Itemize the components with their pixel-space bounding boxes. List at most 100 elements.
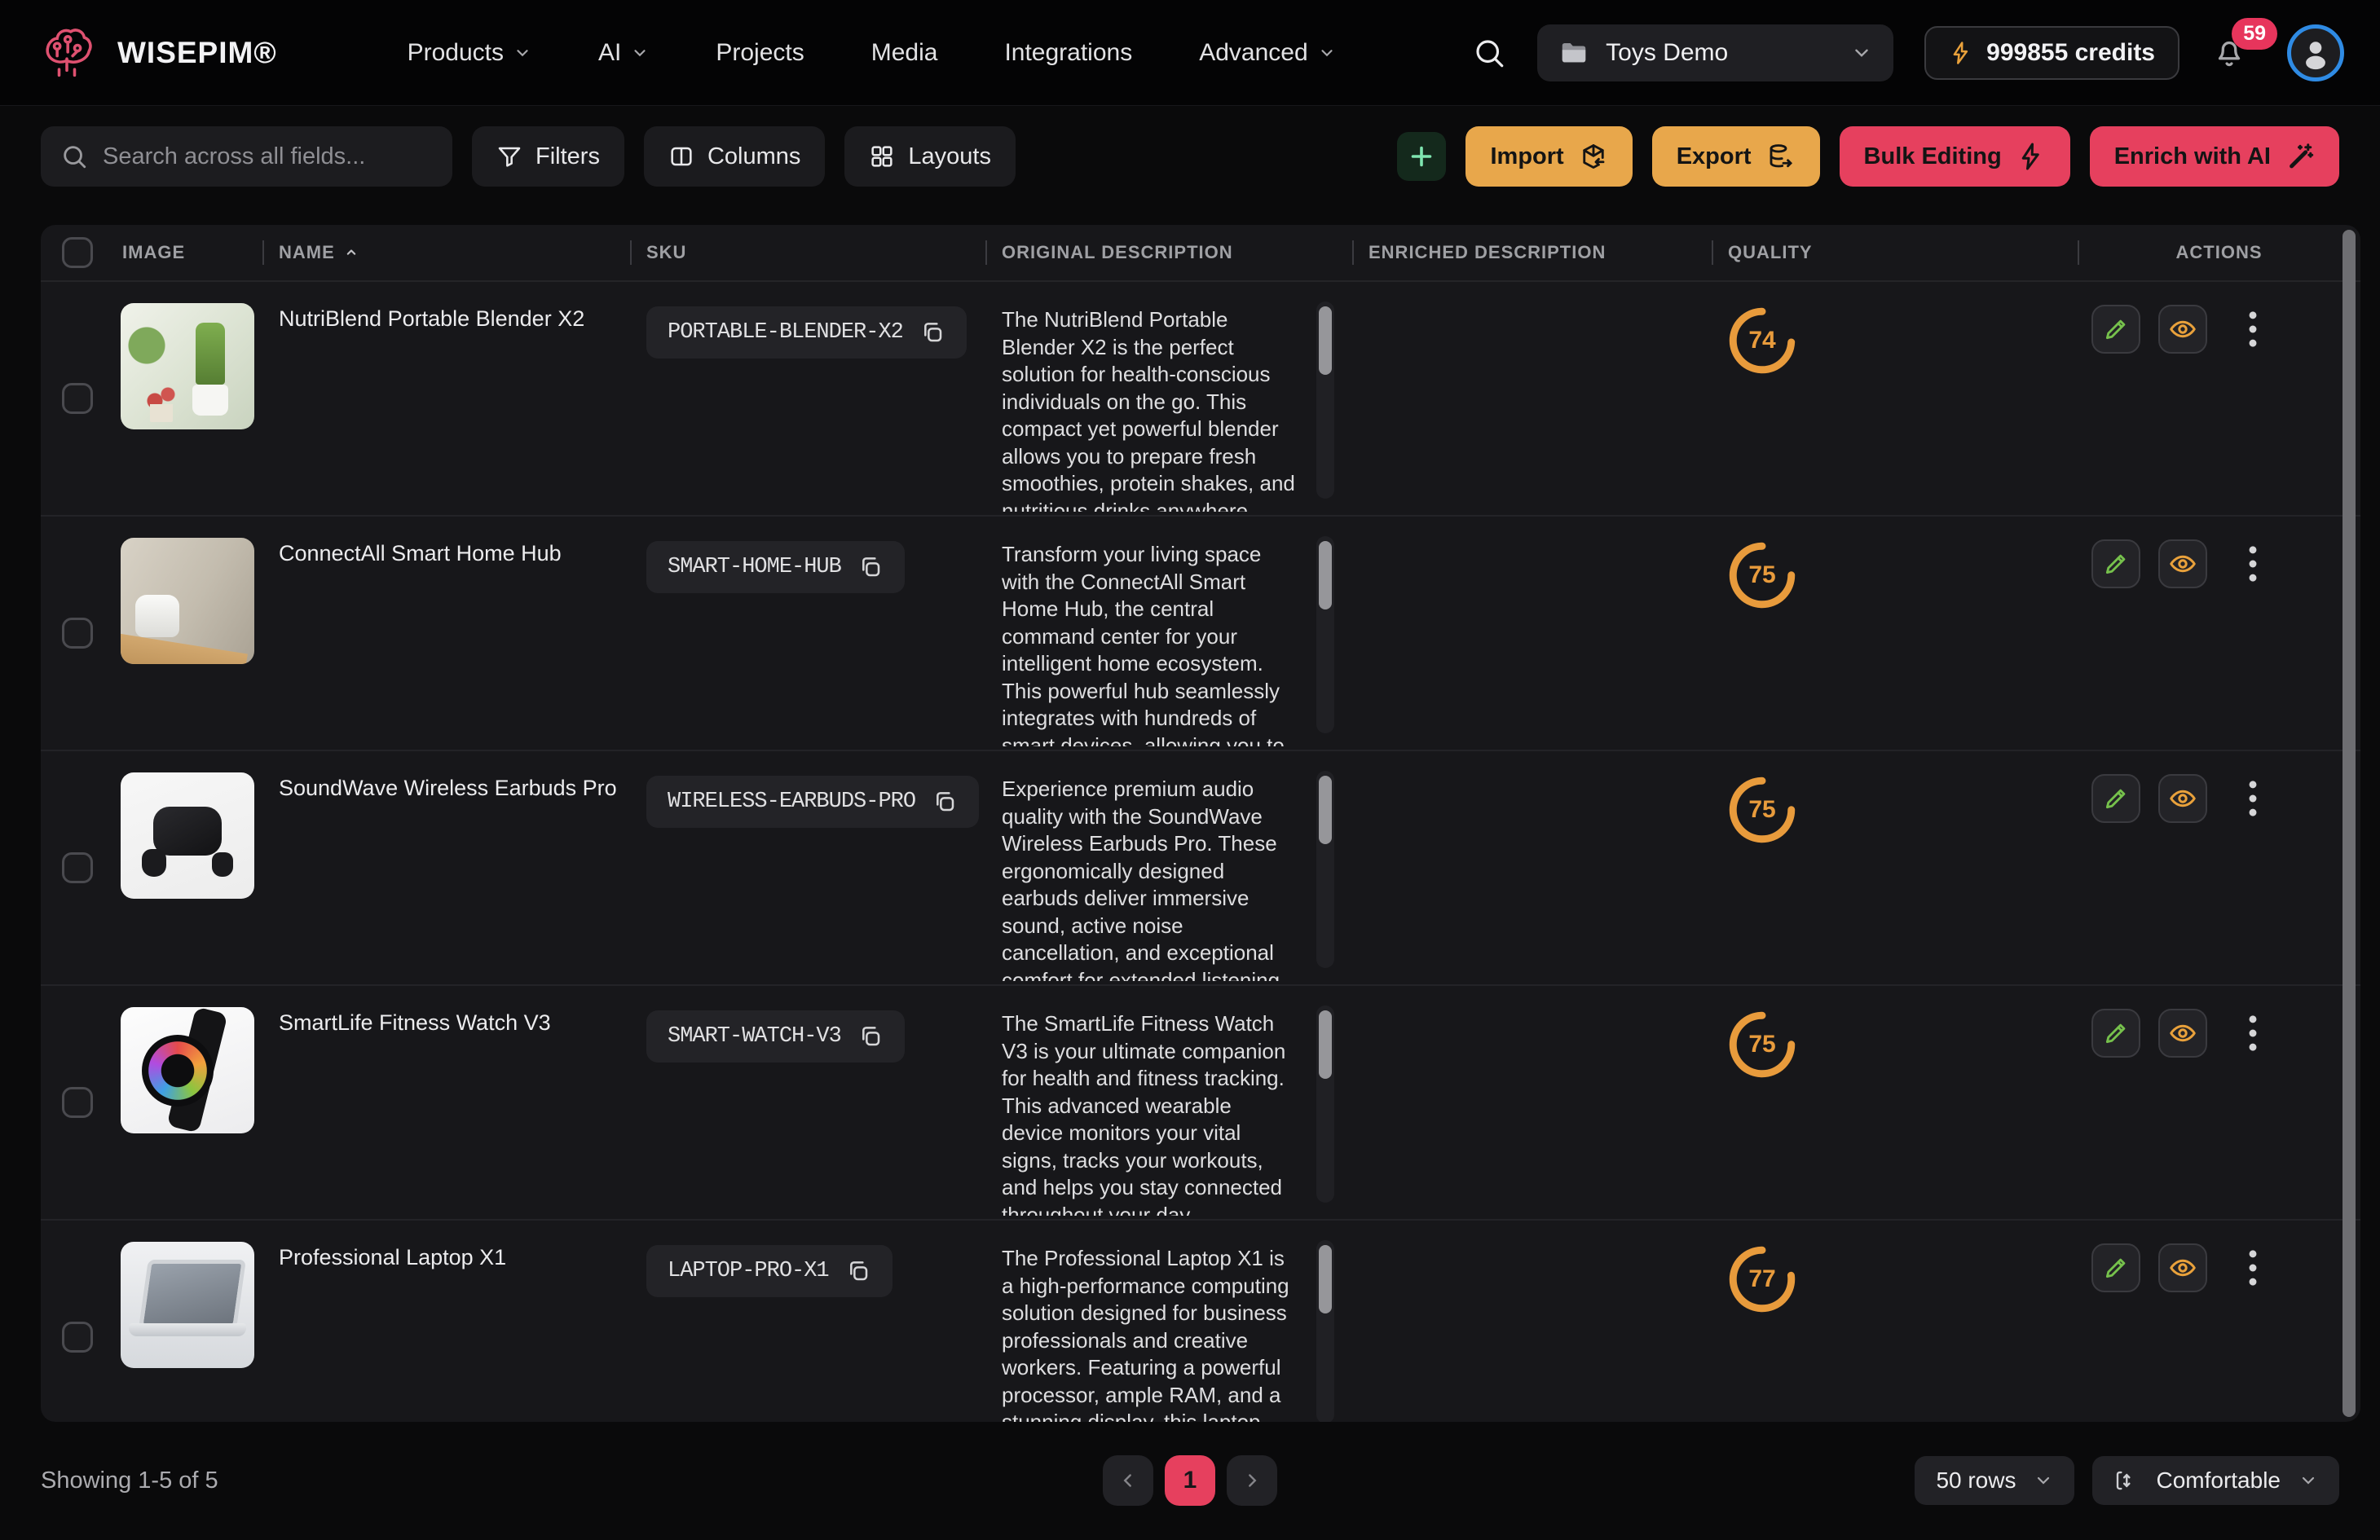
row-menu-button[interactable] — [2237, 539, 2269, 588]
preview-button[interactable] — [2158, 774, 2207, 823]
table-row: SmartLife Fitness Watch V3 SMART-WATCH-V… — [41, 986, 2360, 1221]
preview-button[interactable] — [2158, 305, 2207, 354]
credits-badge[interactable]: 999855 credits — [1924, 26, 2179, 80]
quality-value: 75 — [1726, 774, 1798, 846]
columns-button[interactable]: Columns — [644, 126, 825, 187]
lightning-icon — [2016, 142, 2046, 171]
preview-button[interactable] — [2158, 539, 2207, 588]
filter-icon — [496, 143, 522, 169]
edit-button[interactable] — [2091, 539, 2140, 588]
nav-right: Toys Demo 999855 credits 59 — [1472, 24, 2344, 81]
table-scrollbar[interactable] — [2343, 230, 2356, 1417]
description-scrollbar[interactable] — [1316, 1240, 1334, 1422]
quality-value: 77 — [1726, 1243, 1798, 1315]
nav-item-advanced[interactable]: Advanced — [1199, 39, 1335, 67]
kebab-menu-icon — [2247, 779, 2259, 818]
copy-icon[interactable] — [857, 554, 884, 580]
pencil-icon — [2102, 1019, 2130, 1047]
import-button[interactable]: Import — [1465, 126, 1632, 187]
preview-button[interactable] — [2158, 1243, 2207, 1292]
footer-right: 50 rows Comfortable — [1915, 1456, 2339, 1505]
search-icon — [1472, 36, 1506, 70]
header-original-description[interactable]: ORIGINAL DESCRIPTION — [985, 242, 1352, 263]
edit-button[interactable] — [2091, 305, 2140, 354]
page-1-button[interactable]: 1 — [1165, 1455, 1215, 1506]
bulk-editing-button[interactable]: Bulk Editing — [1840, 126, 2070, 187]
kebab-menu-icon — [2247, 1014, 2259, 1053]
toolbar: Filters Columns Layouts Import Export Bu… — [0, 106, 2380, 187]
export-button[interactable]: Export — [1652, 126, 1820, 187]
row-menu-button[interactable] — [2237, 1243, 2269, 1292]
description-scrollbar-thumb[interactable] — [1319, 1245, 1332, 1313]
table-row: SoundWave Wireless Earbuds Pro WIRELESS-… — [41, 751, 2360, 986]
quality-score: 75 — [1726, 1009, 1798, 1080]
header-enriched-description[interactable]: ENRICHED DESCRIPTION — [1352, 242, 1712, 263]
nav-item-label: AI — [598, 39, 621, 67]
add-product-button[interactable] — [1397, 132, 1446, 181]
edit-button[interactable] — [2091, 774, 2140, 823]
columns-icon — [668, 143, 694, 169]
row-checkbox[interactable] — [62, 852, 93, 883]
product-image — [121, 538, 254, 664]
layouts-label: Layouts — [908, 143, 991, 170]
row-menu-button[interactable] — [2237, 305, 2269, 354]
import-label: Import — [1490, 143, 1563, 170]
row-checkbox[interactable] — [62, 383, 93, 414]
description-scrollbar[interactable] — [1316, 771, 1334, 968]
sku-pill: SMART-HOME-HUB — [646, 541, 905, 593]
sku-pill: SMART-WATCH-V3 — [646, 1010, 905, 1063]
description-scrollbar-thumb[interactable] — [1319, 1010, 1332, 1079]
row-checkbox[interactable] — [62, 1087, 93, 1118]
row-checkbox[interactable] — [62, 618, 93, 649]
columns-label: Columns — [707, 143, 800, 170]
table-row: Professional Laptop X1 LAPTOP-PRO-X1 The… — [41, 1221, 2360, 1422]
edit-button[interactable] — [2091, 1009, 2140, 1058]
description-scrollbar[interactable] — [1316, 301, 1334, 499]
nav-item-media[interactable]: Media — [871, 39, 938, 67]
header-name[interactable]: NAME — [262, 242, 630, 263]
copy-icon[interactable] — [919, 319, 945, 345]
prev-page-button[interactable] — [1103, 1455, 1153, 1506]
product-name: Professional Laptop X1 — [279, 1245, 506, 1269]
description-scrollbar-thumb[interactable] — [1319, 541, 1332, 609]
original-description: Transform your living space with the Con… — [1002, 541, 1298, 746]
quality-score: 77 — [1726, 1243, 1798, 1315]
filters-button[interactable]: Filters — [472, 126, 624, 187]
workspace-selector[interactable]: Toys Demo — [1537, 24, 1893, 81]
copy-icon[interactable] — [857, 1023, 884, 1049]
notifications-button[interactable]: 59 — [2210, 29, 2256, 76]
density-select[interactable]: Comfortable — [2092, 1456, 2339, 1505]
layouts-button[interactable]: Layouts — [844, 126, 1016, 187]
header-quality[interactable]: QUALITY — [1712, 242, 2078, 263]
description-scrollbar-thumb[interactable] — [1319, 776, 1332, 844]
next-page-button[interactable] — [1227, 1455, 1277, 1506]
copy-icon[interactable] — [932, 789, 958, 815]
nav-item-ai[interactable]: AI — [598, 39, 649, 67]
rows-per-page-select[interactable]: 50 rows — [1915, 1456, 2074, 1505]
nav-item-projects[interactable]: Projects — [716, 39, 804, 67]
description-scrollbar[interactable] — [1316, 536, 1334, 733]
global-search-button[interactable] — [1472, 36, 1506, 70]
copy-icon[interactable] — [845, 1258, 871, 1284]
sku-value: SMART-WATCH-V3 — [668, 1024, 841, 1049]
products-table: IMAGE NAME SKU ORIGINAL DESCRIPTION ENRI… — [41, 225, 2360, 1422]
quality-score: 74 — [1726, 305, 1798, 376]
header-image[interactable]: IMAGE — [114, 242, 262, 263]
avatar[interactable] — [2287, 24, 2344, 81]
edit-button[interactable] — [2091, 1243, 2140, 1292]
brand[interactable]: WISEPIM® — [36, 22, 277, 84]
description-scrollbar[interactable] — [1316, 1005, 1334, 1203]
nav-item-products[interactable]: Products — [408, 39, 531, 67]
search-input[interactable] — [103, 143, 433, 170]
nav-item-integrations[interactable]: Integrations — [1004, 39, 1132, 67]
description-scrollbar-thumb[interactable] — [1319, 306, 1332, 375]
preview-button[interactable] — [2158, 1009, 2207, 1058]
chevron-down-icon — [1851, 42, 1872, 64]
select-all-checkbox[interactable] — [62, 237, 93, 268]
row-menu-button[interactable] — [2237, 1009, 2269, 1058]
enrich-ai-button[interactable]: Enrich with AI — [2090, 126, 2339, 187]
header-sku[interactable]: SKU — [630, 242, 985, 263]
row-menu-button[interactable] — [2237, 774, 2269, 823]
row-checkbox[interactable] — [62, 1322, 93, 1353]
brain-logo-icon — [36, 22, 98, 84]
